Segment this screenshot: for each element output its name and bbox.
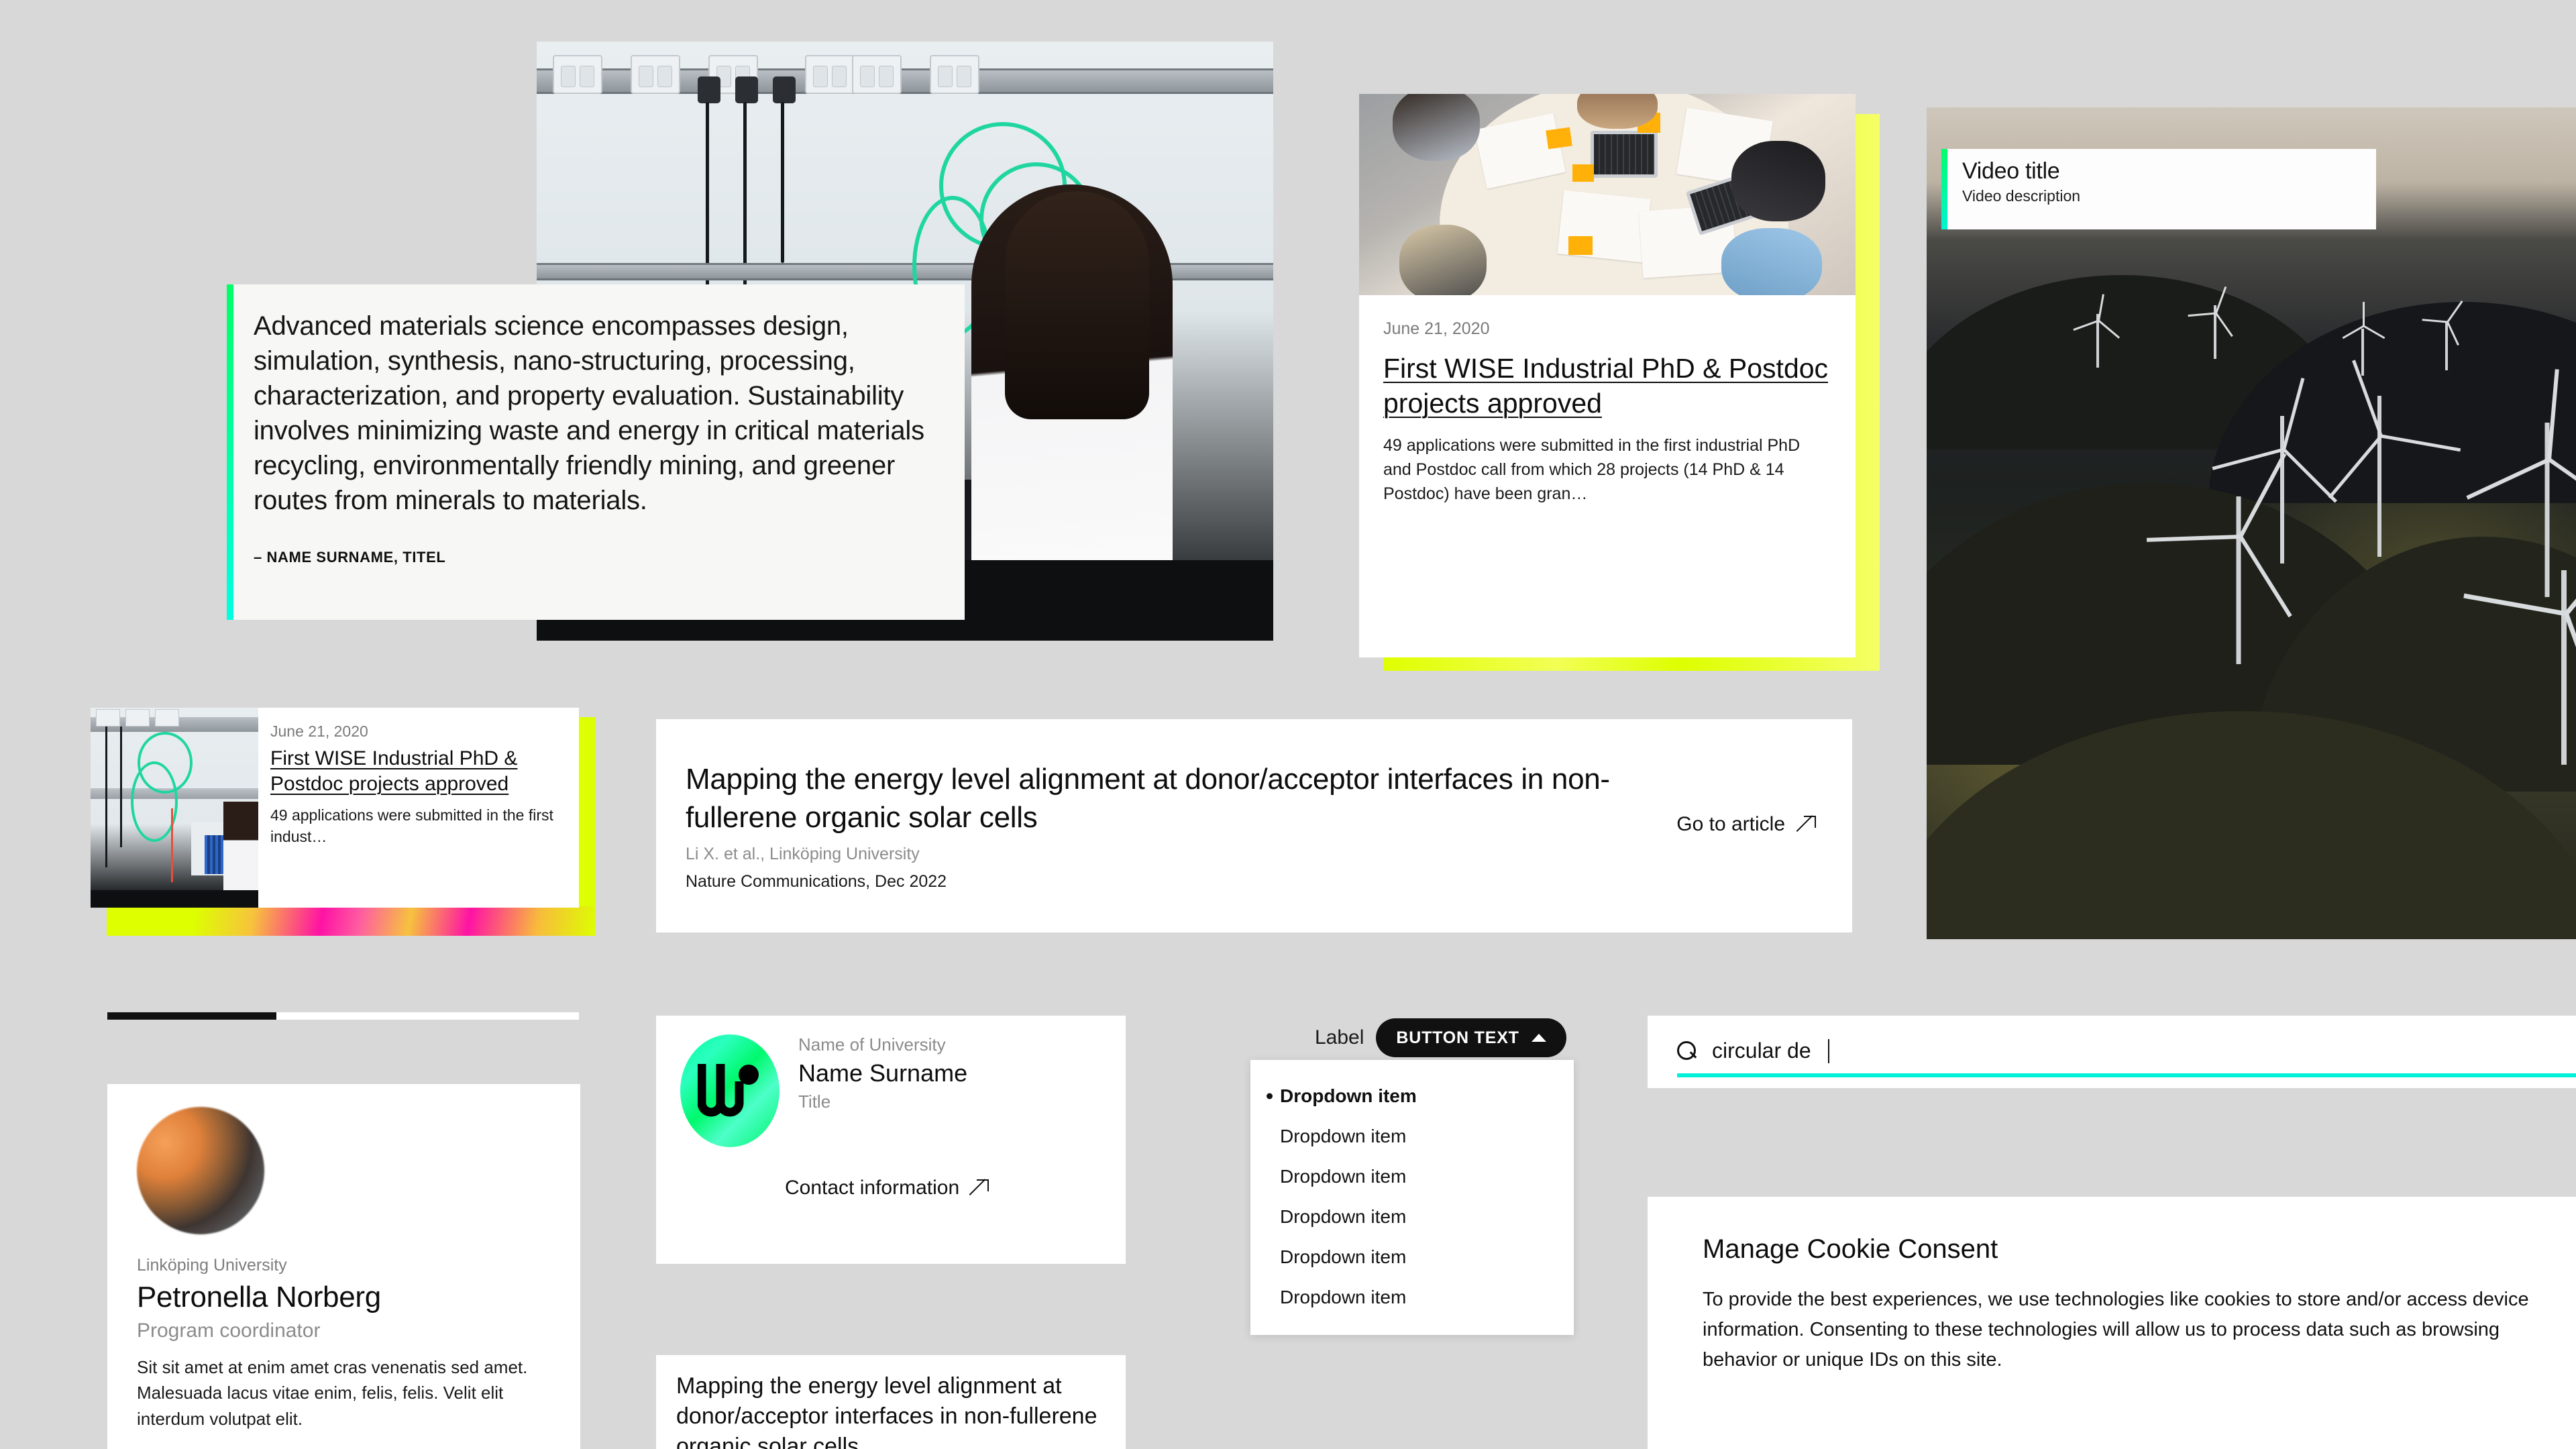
dropdown-menu-item[interactable]: Dropdown item	[1250, 1157, 1574, 1197]
dropdown-menu-item[interactable]: Dropdown item	[1250, 1277, 1574, 1318]
news-title-link[interactable]: First WISE Industrial PhD & Postdoc proj…	[1383, 351, 1829, 421]
contact-university: Name of University	[798, 1034, 946, 1055]
search-underline	[1677, 1073, 2576, 1077]
video-info-card: Video title Video description	[1941, 149, 2376, 229]
contact-card-top: Name of University Name Surname Title	[680, 1034, 1102, 1147]
carousel-progress-fill	[107, 1012, 276, 1020]
article-journal: Nature Communications, Dec 2022	[686, 872, 947, 892]
news-card-body: June 21, 2020 First WISE Industrial PhD …	[1359, 295, 1856, 657]
quote-text: Advanced materials science encompasses d…	[254, 311, 924, 515]
page-root: Advanced materials science encompasses d…	[0, 0, 2576, 1449]
photo-sticky-note	[1568, 236, 1593, 255]
lab-socket	[852, 55, 902, 94]
wind-turbine	[2422, 297, 2467, 370]
person-bio: Sit sit amet at enim amet cras venenatis…	[137, 1357, 528, 1429]
dropdown-menu: Dropdown item Dropdown item Dropdown ite…	[1250, 1060, 1574, 1335]
news-card-small-text: June 21, 2020 First WISE Industrial PhD …	[258, 708, 579, 908]
wind-turbine	[2328, 356, 2461, 557]
video-description: Video description	[1962, 187, 2081, 205]
contact-title: Title	[798, 1091, 831, 1112]
wind-turbine-photo	[1927, 107, 2576, 939]
dropdown-label: Label	[1315, 1026, 1364, 1049]
go-to-article-label: Go to article	[1676, 813, 1785, 835]
news-title-link[interactable]: First WISE Industrial PhD & Postdoc proj…	[270, 746, 567, 798]
search-icon	[1677, 1040, 1697, 1061]
news-card-photo	[1359, 94, 1856, 295]
cookie-consent-title: Manage Cookie Consent	[1703, 1234, 1998, 1264]
video-card-body: Video title Video description	[1947, 149, 2080, 229]
dropdown-button-label: BUTTON TEXT	[1396, 1028, 1519, 1047]
lab-socket	[805, 55, 855, 94]
dropdown-button[interactable]: BUTTON TEXT	[1376, 1018, 1566, 1057]
university-logo	[680, 1034, 780, 1147]
external-link-arrow-icon	[1797, 816, 1816, 833]
contact-information-link[interactable]: Contact information	[785, 1177, 1102, 1199]
contact-name: Name Surname	[798, 1059, 968, 1087]
lab-socket	[553, 55, 602, 94]
photo-person	[1393, 94, 1480, 161]
dropdown-menu-item[interactable]: Dropdown item	[1250, 1076, 1574, 1116]
news-date: June 21, 2020	[270, 722, 368, 740]
photo-sticky-note	[1572, 164, 1594, 182]
wind-turbine	[2188, 285, 2235, 359]
search-field[interactable]: circular de	[1648, 1016, 2576, 1088]
quote-card: Advanced materials science encompasses d…	[227, 284, 965, 620]
lab-plug	[773, 76, 796, 103]
video-title: Video title	[1962, 158, 2060, 184]
cookie-consent-dialog: Manage Cookie Consent To provide the bes…	[1648, 1197, 2576, 1449]
news-card-small-gradient-bar	[107, 906, 595, 936]
quote-accent-bar	[227, 284, 233, 620]
video-accent-bar	[1941, 149, 1947, 229]
dropdown-menu-item[interactable]: Dropdown item	[1250, 1237, 1574, 1277]
text-cursor	[1827, 1038, 1829, 1063]
person-name: Petronella Norberg	[137, 1281, 381, 1313]
lab-socket	[930, 55, 979, 94]
search-field-inner: circular de	[1677, 1038, 1829, 1063]
dropdown-menu-item[interactable]: Dropdown item	[1250, 1116, 1574, 1157]
news-card-small-photo	[91, 708, 258, 908]
news-excerpt: 49 applications were submitted in the fi…	[270, 806, 553, 846]
search-input-value[interactable]: circular de	[1712, 1038, 1811, 1063]
go-to-article-link[interactable]: Go to article	[1676, 813, 1816, 839]
photo-sticky-note	[1546, 127, 1572, 150]
chevron-up-icon	[1531, 1034, 1546, 1042]
photo-person	[1399, 225, 1487, 295]
news-date: June 21, 2020	[1383, 319, 1490, 338]
lab-wire	[781, 102, 784, 263]
cookie-consent-body: To provide the best experiences, we use …	[1703, 1289, 2529, 1371]
avatar	[137, 1107, 264, 1234]
dropdown-menu-item[interactable]: Dropdown item	[1250, 1197, 1574, 1237]
external-link-arrow-icon	[970, 1179, 989, 1197]
person-card: Linköping University Petronella Norberg …	[107, 1084, 580, 1449]
wind-turbine	[2146, 443, 2292, 664]
news-card-small-inner: June 21, 2020 First WISE Industrial PhD …	[91, 708, 579, 908]
article-title: Mapping the energy level alignment at do…	[686, 762, 1610, 834]
dropdown-control: Label BUTTON TEXT	[1315, 1018, 1566, 1057]
article-authors: Li X. et al., Linköping University	[686, 845, 920, 864]
photo-person	[1731, 141, 1825, 221]
news-card-large[interactable]: June 21, 2020 First WISE Industrial PhD …	[1359, 94, 1880, 671]
person-title: Program coordinator	[137, 1320, 321, 1342]
article-title: Mapping the energy level alignment at do…	[676, 1373, 1097, 1449]
article-card: Mapping the energy level alignment at do…	[656, 719, 1852, 932]
person-university: Linköping University	[137, 1256, 287, 1275]
quote-body: Advanced materials science encompasses d…	[233, 284, 965, 620]
quote-attribution: – NAME SURNAME, TITEL	[254, 549, 446, 566]
article-card-small[interactable]: Mapping the energy level alignment at do…	[656, 1355, 1126, 1449]
photo-person	[1721, 228, 1822, 295]
news-card-small[interactable]: June 21, 2020 First WISE Industrial PhD …	[91, 708, 595, 936]
lab-plug	[735, 76, 758, 103]
lab-socket	[631, 55, 680, 94]
article-card-text: Mapping the energy level alignment at do…	[686, 760, 1676, 892]
contact-information-label: Contact information	[785, 1177, 960, 1199]
contact-card-identity: Name of University Name Surname Title	[798, 1034, 967, 1112]
lab-plug	[698, 76, 720, 103]
wise-logo-icon	[698, 1064, 759, 1117]
wind-turbine	[2463, 510, 2576, 765]
wind-turbine	[2073, 294, 2121, 368]
lab-researcher-hair	[1005, 191, 1149, 419]
video-module[interactable]: Video title Video description	[1927, 107, 2576, 939]
contact-card: Name of University Name Surname Title Co…	[656, 1016, 1126, 1264]
news-excerpt: 49 applications were submitted in the fi…	[1383, 435, 1801, 504]
